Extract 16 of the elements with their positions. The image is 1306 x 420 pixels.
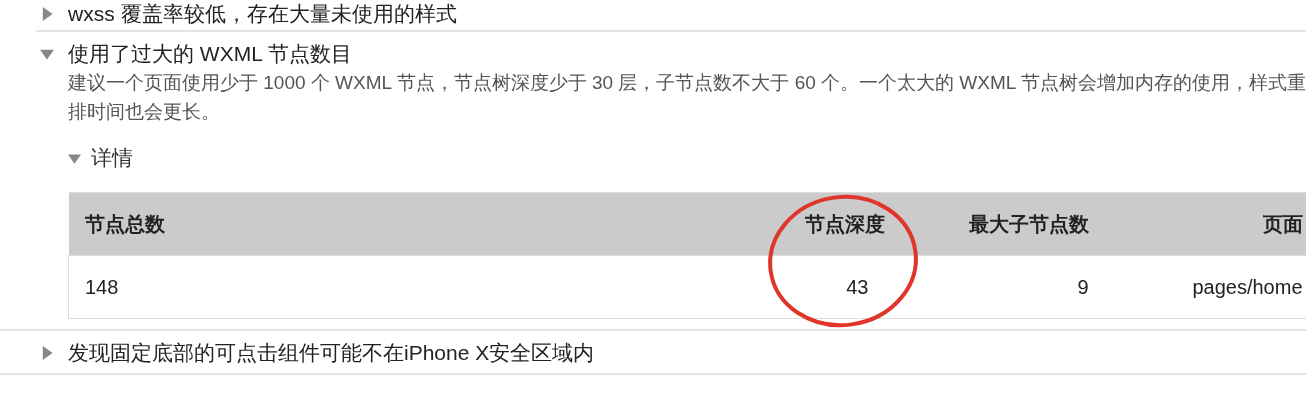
table-cell: 9 [1077,275,1089,299]
table-cell: 43 [846,275,869,299]
column-header: 节点深度 [804,211,885,237]
audit-title[interactable]: 使用了过大的 WXML 节点数目 [68,40,352,68]
column-header: 最大子节点数 [968,211,1089,237]
collapsed-triangle-icon[interactable] [40,346,54,360]
collapsed-triangle-icon[interactable] [40,7,54,21]
details-toggle[interactable]: 详情 [91,144,133,172]
audit-title[interactable]: wxss 覆盖率较低，存在大量未使用的样式 [68,0,457,28]
column-header: 页面 [1262,211,1303,237]
expanded-triangle-icon[interactable] [40,47,54,61]
audit-description: 建议一个页面使用少于 1000 个 WXML 节点，节点树深度少于 30 层，子节点数不大于 60 个。一个太大的 WXML 节点树会增加内存的使用，样式重排时间也会更长。 [68,71,1306,124]
column-header: 节点总数 [84,211,165,237]
table-cell: pages/home [1192,275,1303,299]
table-cell: 148 [85,275,119,299]
audit-title[interactable]: 发现固定底部的可点击组件可能不在iPhone X安全区域内 [68,339,595,367]
